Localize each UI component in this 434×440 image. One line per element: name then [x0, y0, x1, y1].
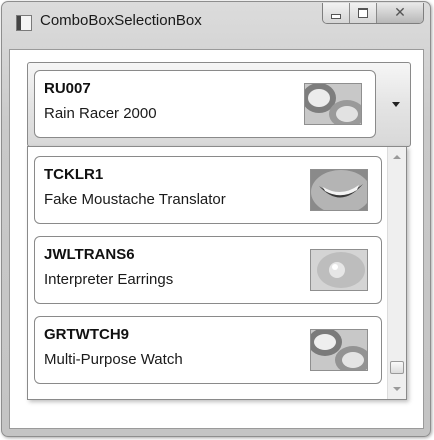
list-item[interactable]: JWLTRANS6 Interpreter Earrings: [34, 236, 382, 304]
scroll-up-icon[interactable]: [393, 155, 401, 159]
racer-product-icon: [304, 83, 362, 125]
item-code: RU007: [44, 80, 91, 97]
minimize-icon: [331, 13, 341, 19]
maximize-icon: [358, 8, 368, 18]
item-code: JWLTRANS6: [44, 246, 135, 263]
title-bar: ComboBoxSelectionBox ✕: [2, 2, 430, 50]
watch-product-icon: [310, 329, 368, 371]
combo-selected-item: RU007 Rain Racer 2000: [34, 70, 376, 138]
item-name: Multi-Purpose Watch: [44, 351, 183, 368]
list-item[interactable]: GRTWTCH9 Multi-Purpose Watch: [34, 316, 382, 384]
caption-buttons: ✕: [322, 3, 424, 24]
item-name: Fake Moustache Translator: [44, 191, 226, 208]
close-icon: ✕: [394, 5, 406, 21]
maximize-button[interactable]: [350, 3, 377, 23]
combo-dropdown: TCKLR1 Fake Moustache Translator JWLTRAN…: [27, 146, 407, 400]
combo-toggle[interactable]: [382, 63, 410, 146]
window-title: ComboBoxSelectionBox: [40, 12, 202, 29]
smile-product-icon: [310, 169, 368, 211]
scrollbar-thumb[interactable]: [390, 361, 404, 374]
close-button[interactable]: ✕: [377, 3, 423, 23]
earring-product-icon: [310, 249, 368, 291]
item-code: GRTWTCH9: [44, 326, 129, 343]
chevron-down-icon: [392, 102, 400, 107]
app-window: ComboBoxSelectionBox ✕ RU007 Rain Racer …: [1, 1, 431, 437]
product-combobox[interactable]: RU007 Rain Racer 2000: [27, 62, 411, 147]
scroll-down-icon[interactable]: [393, 387, 401, 391]
minimize-button[interactable]: [323, 3, 350, 23]
item-code: TCKLR1: [44, 166, 104, 183]
item-name: Rain Racer 2000: [44, 105, 157, 122]
list-item[interactable]: TCKLR1 Fake Moustache Translator: [34, 156, 382, 224]
window-client-area: RU007 Rain Racer 2000 TCKLR1 Fake Mousta…: [9, 49, 424, 429]
item-name: Interpreter Earrings: [44, 271, 174, 288]
window-app-icon[interactable]: [16, 15, 32, 31]
dropdown-scrollbar[interactable]: [387, 147, 406, 399]
